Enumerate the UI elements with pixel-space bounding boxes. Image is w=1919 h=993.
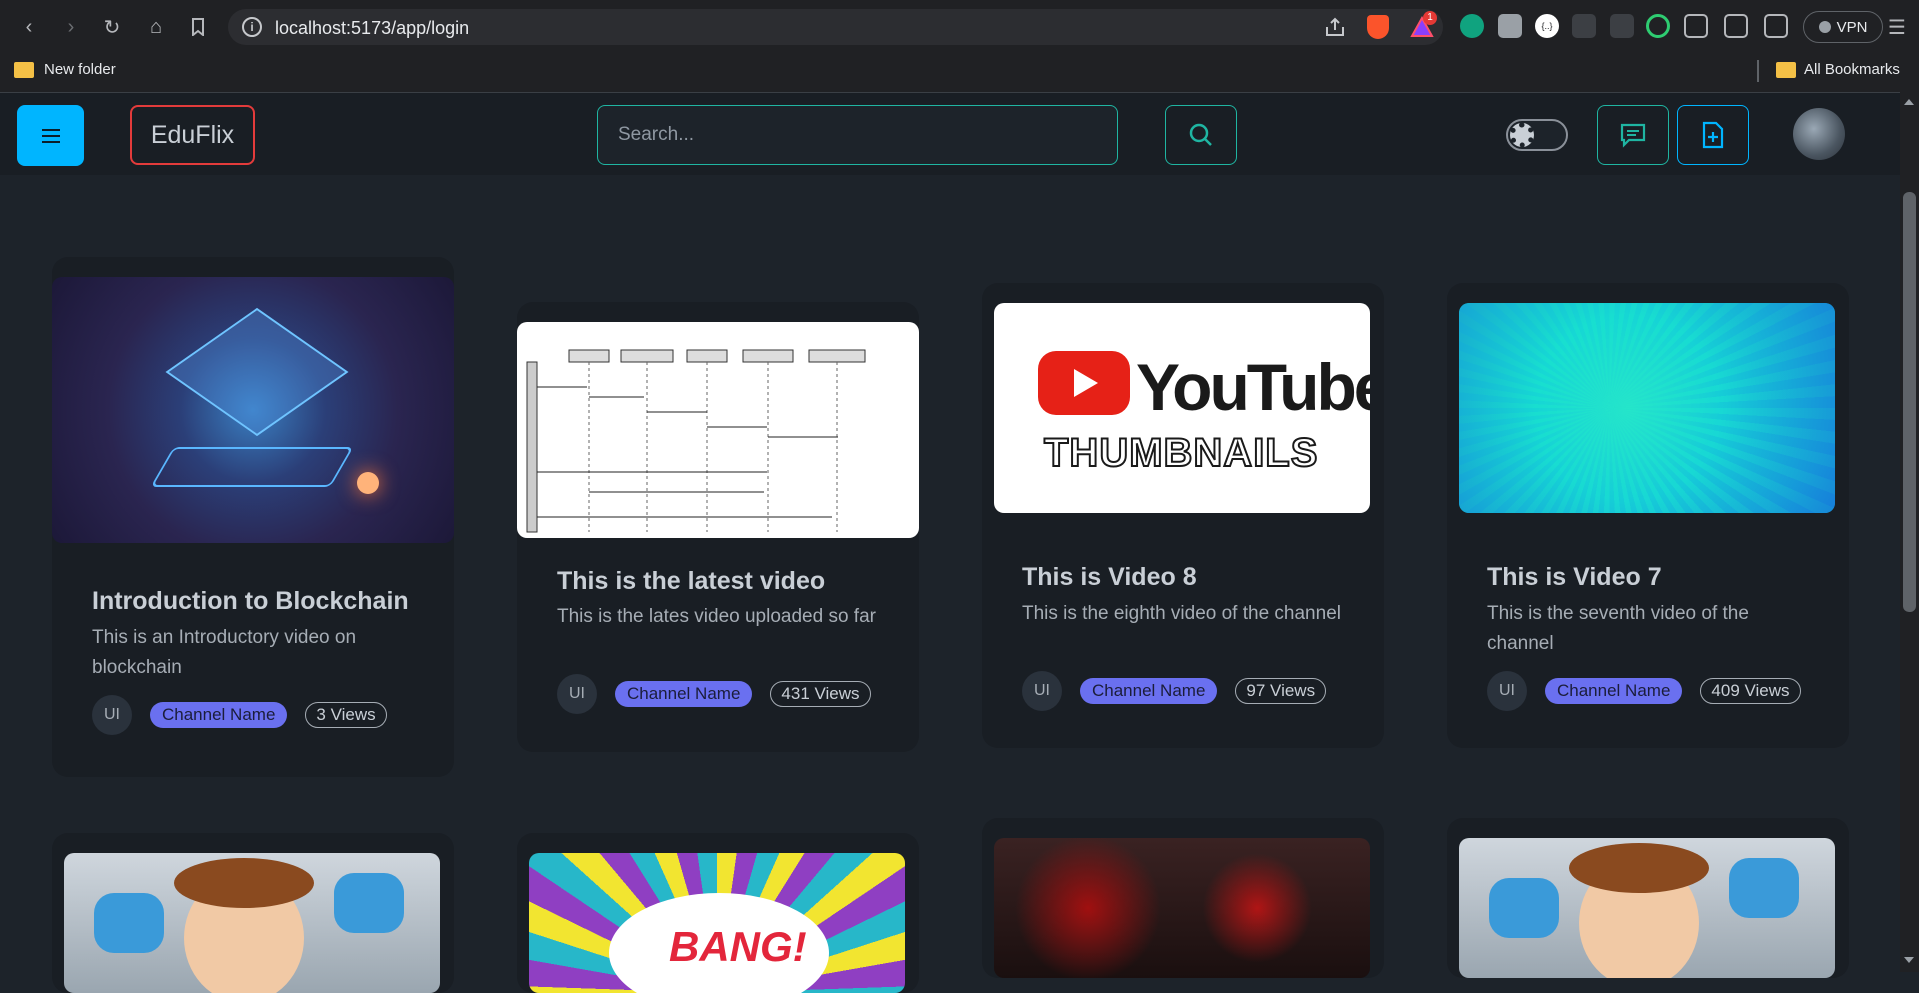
hamburger-icon [41,128,60,143]
app-header: EduFlix [0,93,1900,175]
extension-icon[interactable] [1572,14,1596,38]
search-icon [1189,123,1212,146]
bookmarks-divider [1757,60,1759,82]
youtube-logo-icon [1038,351,1130,415]
bookmark-all-bookmarks[interactable]: All Bookmarks [1804,61,1900,78]
puzzle-extensions-icon[interactable] [1684,14,1708,38]
channel-avatar[interactable]: UI [92,695,132,735]
search-input[interactable] [597,105,1118,165]
views-badge: 409 Views [1700,678,1801,704]
page-scrollbar[interactable] [1900,92,1919,972]
card-meta: UI Channel Name 409 Views [1487,671,1801,711]
thumbnail-blockchain [52,277,454,543]
vpn-status-icon [1818,21,1831,33]
chat-button[interactable] [1597,105,1669,165]
cube-shape [165,307,349,437]
video-card[interactable]: Introduction to Blockchain This is an In… [52,257,454,777]
video-card[interactable]: This is Video 7 This is the seventh vide… [1447,283,1849,748]
extension-icon[interactable] [1610,14,1634,38]
video-card[interactable] [982,818,1384,978]
json-extension-icon[interactable]: {..} [1535,14,1559,38]
thumbnail-bang: BANG! [529,853,905,993]
channel-badge[interactable]: Channel Name [1545,678,1683,704]
card-meta: UI Channel Name 97 Views [1022,671,1327,711]
card-meta: UI Channel Name 3 Views [92,695,387,735]
extension-icon[interactable] [1646,14,1670,38]
channel-badge[interactable]: Channel Name [615,681,753,707]
scrollbar-thumb[interactable] [1903,192,1916,612]
chat-icon [1620,123,1646,148]
thumbnail-teal-burst [1459,303,1835,513]
thumbnail-sequence-diagram [517,322,919,538]
brave-shield-icon[interactable] [1367,15,1389,39]
bookmarks-bar: New folder All Bookmarks [0,54,1919,92]
platform-shape [150,447,354,487]
forward-icon[interactable]: › [56,12,86,42]
menu-button[interactable] [17,105,84,166]
card-title[interactable]: Introduction to Blockchain [92,587,409,616]
youtube-wordmark: YouTube [1136,350,1370,424]
card-description: This is the seventh video of the channel [1487,603,1749,654]
channel-avatar[interactable]: UI [557,674,597,714]
notification-badge: 1 [1423,11,1437,25]
thumbnail-youtube: YouTube THUMBNAILS [994,303,1370,513]
upload-video-button[interactable] [1677,105,1749,165]
bookmark-new-folder[interactable]: New folder [44,61,116,78]
theme-toggle[interactable] [1506,119,1568,151]
card-meta: UI Channel Name 431 Views [557,674,871,714]
back-icon[interactable]: ‹ [14,12,44,42]
thumbnail-cartoon [64,853,440,993]
site-info-icon[interactable]: i [242,17,262,37]
sidebar-icon[interactable] [1724,14,1748,38]
card-description: This is the lates video uploaded so far [557,606,876,627]
search-button[interactable] [1165,105,1237,165]
video-card[interactable]: This is the latest video This is the lat… [517,302,919,752]
scroll-up-icon[interactable] [1904,99,1914,105]
bookmark-icon[interactable] [183,12,213,42]
wallet-icon[interactable] [1764,14,1788,38]
vpn-button[interactable]: VPN [1803,11,1883,43]
video-card[interactable]: BANG! [517,833,919,993]
scroll-down-icon[interactable] [1904,957,1914,963]
extension-icon[interactable] [1498,14,1522,38]
video-card[interactable]: YouTube THUMBNAILS This is Video 8 This … [982,283,1384,748]
video-card[interactable] [1447,818,1849,978]
card-title[interactable]: This is Video 8 [1022,563,1197,592]
card-description: This is the eighth video of the channel [1022,603,1341,624]
bang-text: BANG! [669,923,807,970]
video-card[interactable] [52,833,454,993]
glow-orb [357,472,379,494]
browser-toolbar: ‹ › ↻ ⌂ i localhost:5173/app/login 1 {..… [0,0,1919,54]
address-bar[interactable]: i localhost:5173/app/login 1 [228,9,1443,45]
channel-avatar[interactable]: UI [1022,671,1062,711]
folder-icon [1776,62,1796,78]
share-icon[interactable] [1324,17,1346,42]
folder-icon [14,62,34,78]
channel-avatar[interactable]: UI [1487,671,1527,711]
url-text[interactable]: localhost:5173/app/login [275,18,469,39]
views-badge: 3 Views [305,702,387,728]
home-icon[interactable]: ⌂ [141,12,171,42]
sun-icon [1510,123,1534,147]
views-badge: 431 Views [770,681,871,707]
card-title[interactable]: This is the latest video [557,567,825,596]
card-description: This is an Introductory video on blockch… [92,627,357,678]
app-viewport: EduFlix Introduction to Blockchain This … [0,92,1900,993]
channel-badge[interactable]: Channel Name [1080,678,1218,704]
logo[interactable]: EduFlix [130,105,255,165]
vpn-label: VPN [1836,18,1868,36]
chatgpt-extension-icon[interactable] [1460,14,1484,38]
thumbnails-word: THUMBNAILS [1043,430,1319,476]
thumbnail-cartoon [1459,838,1835,978]
browser-menu-icon[interactable]: ☰ [1882,12,1912,42]
user-avatar[interactable] [1793,108,1845,160]
channel-badge[interactable]: Channel Name [150,702,288,728]
thumbnail-dark-red [994,838,1370,978]
views-badge: 97 Views [1235,678,1327,704]
file-plus-icon [1702,121,1724,149]
card-title[interactable]: This is Video 7 [1487,563,1662,592]
reload-icon[interactable]: ↻ [97,12,127,42]
